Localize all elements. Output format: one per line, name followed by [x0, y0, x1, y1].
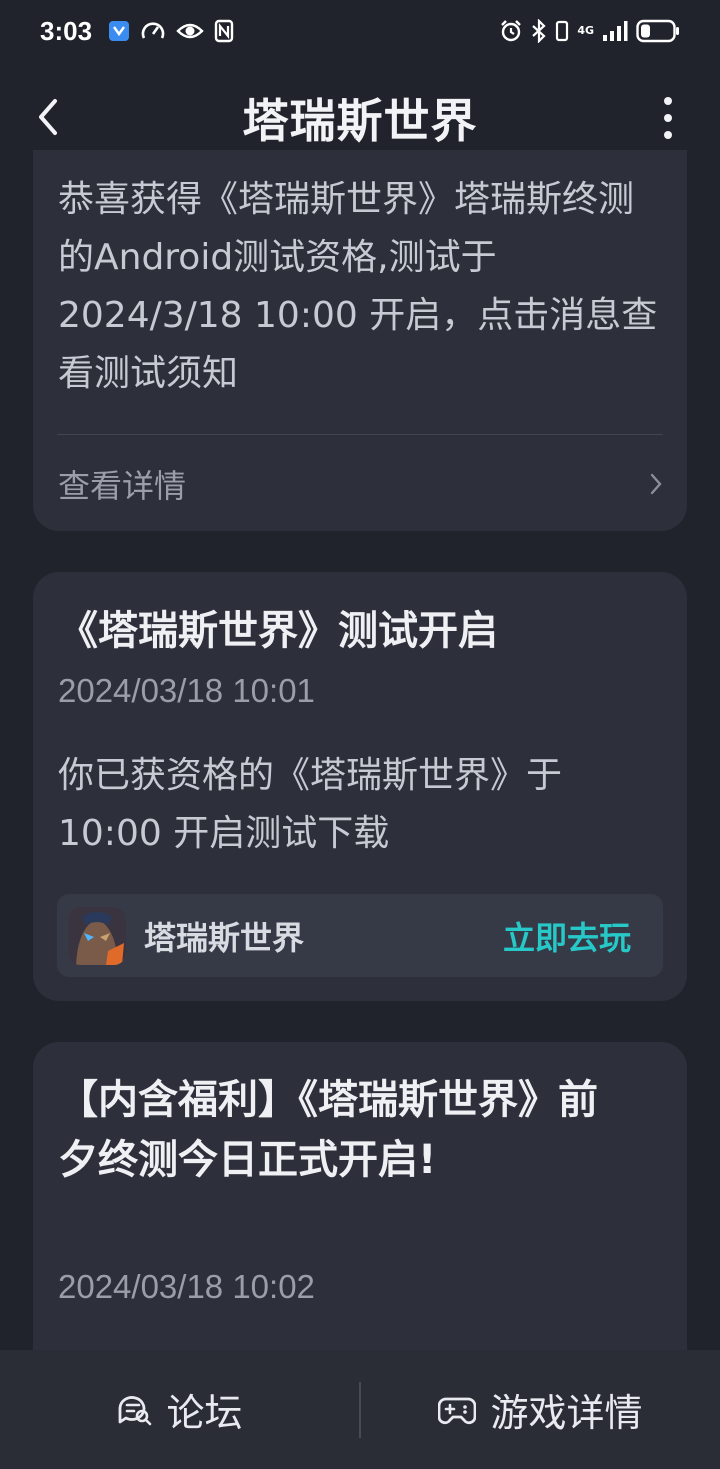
message-title: 【内含福利】《塔瑞斯世界》前夕终测今日正式开启!	[58, 1077, 598, 1183]
page-title: 塔瑞斯世界	[242, 94, 478, 148]
chevron-right-icon	[649, 472, 663, 496]
message-body: 恭喜获得《塔瑞斯世界》塔瑞斯终测的Android测试资格,测试于2024/3/1…	[58, 179, 658, 394]
more-dot-icon	[664, 131, 672, 139]
alarm-icon	[499, 19, 523, 43]
more-dot-icon	[664, 114, 672, 122]
message-body: 你已获资格的《塔瑞斯世界》于10:00 开启测试下载	[58, 755, 563, 854]
divider	[57, 434, 663, 435]
status-time: 3:03	[40, 15, 93, 46]
bottom-bar: 论坛 游戏详情	[0, 1350, 720, 1469]
chevron-left-icon	[39, 99, 57, 135]
speedometer-icon	[140, 19, 166, 43]
view-details-link[interactable]: 查看详情	[58, 454, 663, 514]
nfc-icon	[214, 19, 234, 43]
vibrate-icon	[555, 19, 569, 43]
message-date: 2024/03/18 10:01	[58, 672, 315, 709]
message-title: 《塔瑞斯世界》测试开启	[58, 608, 498, 654]
back-button[interactable]	[28, 92, 68, 142]
signal-icon	[602, 20, 628, 42]
forum-icon	[119, 1395, 152, 1425]
more-dot-icon	[664, 97, 672, 105]
network-type-icon: 4G	[577, 24, 594, 37]
game-name: 塔瑞斯世界	[144, 918, 305, 957]
status-bar: 3:03 4G	[0, 0, 720, 62]
game-entry[interactable]: 塔瑞斯世界 立即去玩	[57, 894, 663, 977]
gamepad-icon	[438, 1397, 477, 1424]
forum-label: 论坛	[166, 1391, 243, 1435]
game-details-button[interactable]: 游戏详情	[361, 1350, 720, 1469]
message-card[interactable]: 《塔瑞斯世界》测试开启 2024/03/18 10:01 你已获资格的《塔瑞斯世…	[33, 572, 687, 1001]
message-card[interactable]: 恭喜获得《塔瑞斯世界》塔瑞斯终测的Android测试资格,测试于2024/3/1…	[33, 150, 687, 531]
more-options-button[interactable]	[656, 94, 680, 142]
battery-icon	[636, 19, 680, 43]
forum-button[interactable]: 论坛	[0, 1350, 359, 1469]
view-details-label: 查看详情	[58, 467, 187, 505]
game-details-label: 游戏详情	[490, 1391, 643, 1435]
eye-icon	[176, 21, 204, 41]
game-icon	[68, 906, 126, 965]
message-date: 2024/03/18 10:02	[58, 1268, 315, 1305]
bluetooth-icon	[531, 19, 547, 43]
app-notification-icon	[108, 20, 130, 42]
play-now-button[interactable]: 立即去玩	[503, 913, 631, 959]
